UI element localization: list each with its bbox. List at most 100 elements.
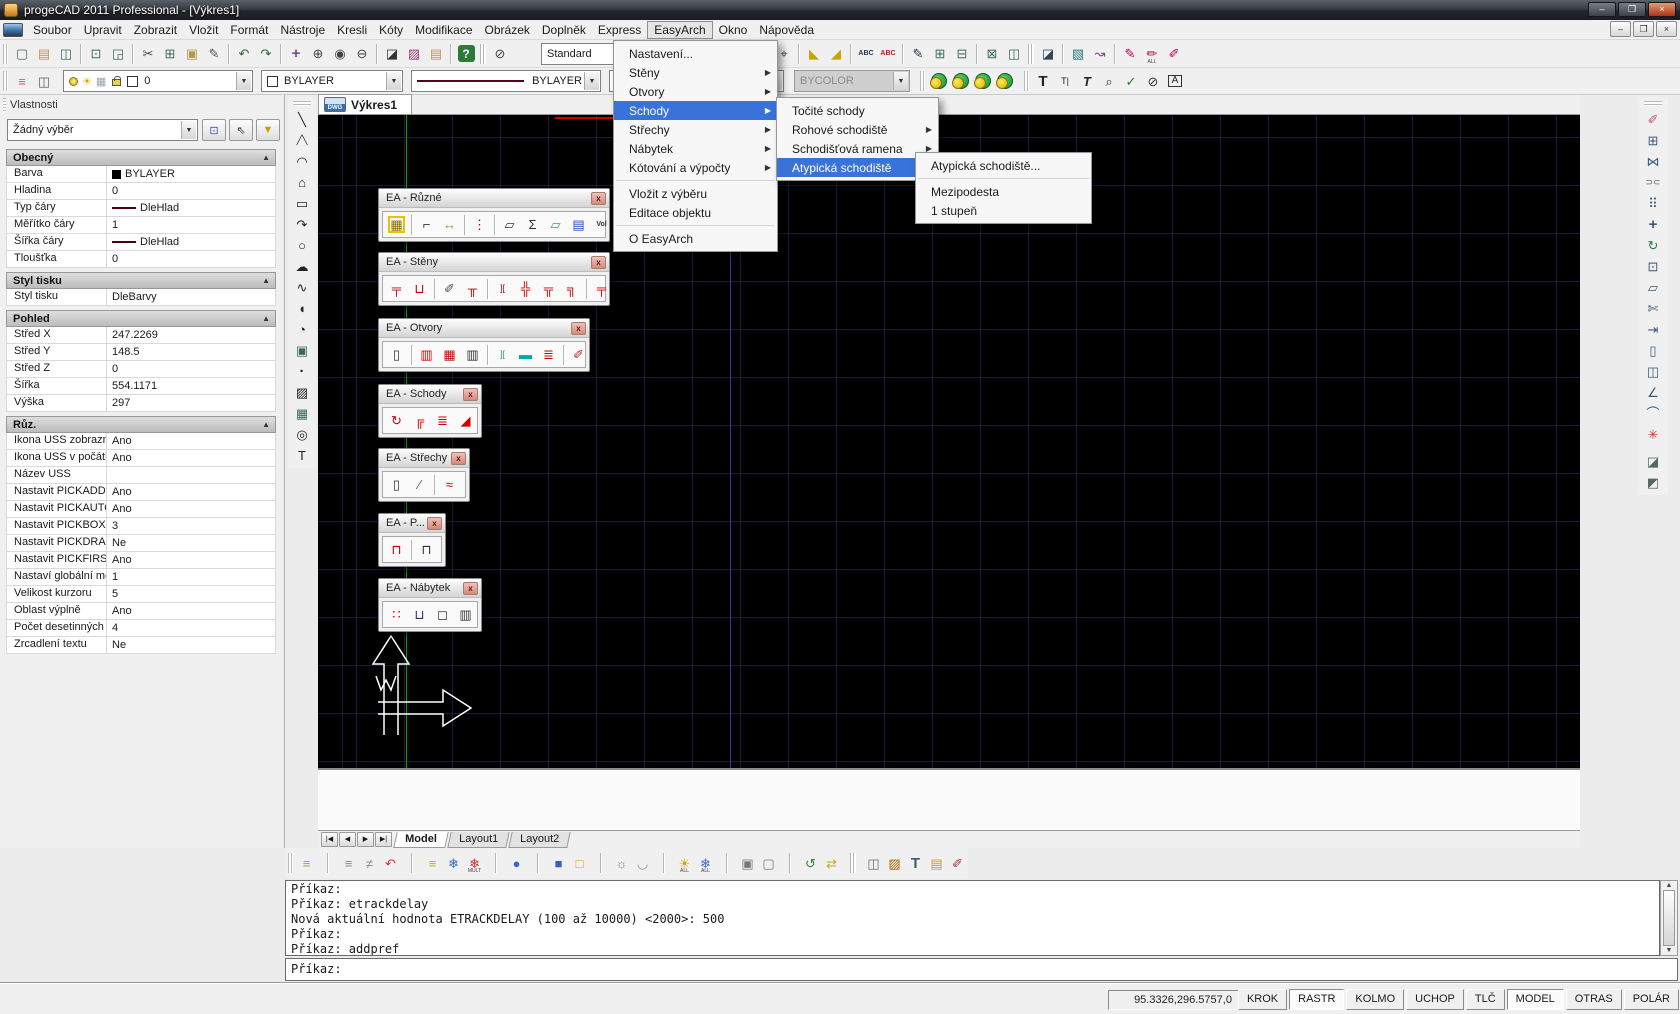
- explorer-text-styles-icon[interactable]: T: [905, 852, 926, 874]
- collapse-icon[interactable]: ▲: [262, 153, 270, 162]
- help-icon[interactable]: ?: [455, 43, 477, 65]
- mdi-minimize-button[interactable]: –: [1610, 21, 1631, 37]
- ea-table-sum-icon[interactable]: Σ: [521, 214, 544, 235]
- menu-kresli[interactable]: Kresli: [331, 21, 373, 39]
- toggle-krok[interactable]: KROK: [1238, 989, 1287, 1010]
- ea-l-stair-icon[interactable]: ╔: [408, 410, 431, 431]
- spline-icon[interactable]: ∿: [290, 277, 314, 298]
- ea-wall-tee-icon[interactable]: ╦: [537, 278, 560, 299]
- ea-straight-stair-icon[interactable]: ≣: [431, 410, 454, 431]
- menu-okno[interactable]: Okno: [713, 21, 754, 39]
- menu-nastroje[interactable]: Nástroje: [274, 21, 331, 39]
- toolbar-grip[interactable]: [3, 44, 8, 64]
- explode-icon[interactable]: ✳: [1641, 424, 1665, 445]
- all-layers-on-icon[interactable]: ☀: [674, 852, 695, 874]
- rectangle-icon[interactable]: ▭: [290, 193, 314, 214]
- ea-block-copy-icon[interactable]: ▱: [544, 214, 567, 235]
- tab-last-button[interactable]: ▶|: [375, 832, 392, 847]
- hatch-icon[interactable]: ▨: [290, 382, 314, 403]
- property-value[interactable]: 0: [107, 361, 275, 377]
- menu-item-atypicka-schodiste-dialog[interactable]: Atypická schodiště...: [916, 156, 1091, 175]
- ea-door-icon[interactable]: ▯: [385, 344, 408, 365]
- menu-upravit[interactable]: Upravit: [78, 21, 128, 39]
- scroll-up-icon[interactable]: ▲: [1666, 882, 1673, 889]
- arc-icon[interactable]: ◠: [290, 151, 314, 172]
- trim-icon[interactable]: ✄: [1641, 298, 1665, 319]
- property-value[interactable]: 148.5: [107, 344, 275, 360]
- section-header-plot[interactable]: Styl tisku ▲: [6, 272, 276, 289]
- layer-properties-icon[interactable]: ≡: [11, 70, 33, 92]
- edit-text-icon[interactable]: ✎: [1119, 43, 1141, 65]
- chevron-down-icon[interactable]: ▼: [181, 121, 196, 139]
- toolbar-grip[interactable]: [1644, 101, 1662, 106]
- ea-toolbar-title[interactable]: EA - Otvoryx: [379, 319, 589, 338]
- erase-icon[interactable]: ✐: [1641, 109, 1665, 130]
- menu-zobrazit[interactable]: Zobrazit: [128, 21, 183, 39]
- zoom-in-icon[interactable]: ⊕: [307, 43, 329, 65]
- move-icon[interactable]: +: [1641, 214, 1665, 235]
- ea-table-furniture-icon[interactable]: ∷: [385, 604, 408, 625]
- tab-layout2[interactable]: Layout2: [508, 832, 571, 848]
- ea-wc-icon[interactable]: ◻: [431, 604, 454, 625]
- chevron-down-icon[interactable]: ▼: [386, 72, 401, 90]
- property-value[interactable]: Ano: [107, 603, 275, 619]
- tab-model[interactable]: Model: [393, 832, 448, 848]
- attach-note-icon[interactable]: ✎: [907, 43, 929, 65]
- property-value[interactable]: 3: [107, 518, 275, 534]
- layer-set-current-icon[interactable]: ≡: [296, 852, 317, 874]
- menu-vlozit[interactable]: Vložit: [183, 21, 224, 39]
- menu-item-steny[interactable]: Stěny ▶: [614, 63, 777, 82]
- property-value[interactable]: 0: [107, 183, 275, 199]
- ea-section-mark-icon[interactable]: ⊓: [415, 539, 438, 560]
- ea-opening-join-icon[interactable]: ][: [491, 344, 514, 365]
- ea-opening-cyan-icon[interactable]: ▬: [514, 344, 537, 365]
- draworder-icon[interactable]: ◪: [381, 43, 403, 65]
- property-value[interactable]: DleHlad: [107, 200, 275, 216]
- layer-state-icon[interactable]: ↺: [800, 852, 821, 874]
- close-icon[interactable]: x: [463, 582, 478, 595]
- layer-restore-icon[interactable]: ↶: [380, 852, 401, 874]
- toggle-tlc[interactable]: TLČ: [1466, 989, 1505, 1010]
- layer-isolate-icon[interactable]: ≡: [422, 852, 443, 874]
- menu-express[interactable]: Express: [592, 21, 647, 39]
- tab-first-button[interactable]: |◀: [321, 832, 338, 847]
- save-icon[interactable]: ◫: [55, 43, 77, 65]
- offset-icon[interactable]: ⊃⊂: [1641, 172, 1665, 193]
- ea-wall-section-icon[interactable]: ╥: [461, 278, 484, 299]
- toggle-uchop[interactable]: UCHOP: [1406, 989, 1464, 1010]
- layer-lock-icon[interactable]: ■: [548, 852, 569, 874]
- selection-combo[interactable]: Žádný výběr ▼: [7, 119, 198, 141]
- collapse-icon[interactable]: ▲: [262, 276, 270, 285]
- circle-icon[interactable]: ○: [290, 235, 314, 256]
- chevron-down-icon[interactable]: ▼: [584, 72, 599, 90]
- ea-blue-table-icon[interactable]: ▤: [567, 214, 590, 235]
- close-icon[interactable]: x: [427, 517, 442, 530]
- menu-format[interactable]: Formát: [224, 21, 274, 39]
- ea-profile-icon[interactable]: ⌐: [415, 214, 438, 235]
- section-header-misc[interactable]: Růz. ▲: [6, 416, 276, 433]
- tab-layout1[interactable]: Layout1: [447, 832, 510, 848]
- layer-thaw-icon[interactable]: ◡: [632, 852, 653, 874]
- ea-wall-recess-icon[interactable]: ⊔: [408, 278, 431, 299]
- property-value[interactable]: Ne: [107, 637, 275, 653]
- zoom-previous-icon[interactable]: ⊖: [351, 43, 373, 65]
- layer-translate-icon[interactable]: ⇄: [821, 852, 842, 874]
- menu-item-tocite-schody[interactable]: Točité schody: [777, 101, 938, 120]
- layer-change-icon[interactable]: ≠: [359, 852, 380, 874]
- menu-item-o-easyarch[interactable]: O EasyArch: [614, 229, 777, 248]
- close-button[interactable]: ×: [1648, 2, 1676, 17]
- ea-window-icon[interactable]: ▥: [415, 344, 438, 365]
- all-layers-freeze-icon[interactable]: ❄: [695, 852, 716, 874]
- toolbar-grip[interactable]: [3, 71, 8, 91]
- property-value[interactable]: Ano: [107, 501, 275, 517]
- break-at-point-icon[interactable]: ◫: [1641, 361, 1665, 382]
- text-frame-icon[interactable]: A: [1164, 70, 1186, 92]
- property-value[interactable]: 1: [107, 569, 275, 585]
- ungroup-icon[interactable]: ◩: [1641, 472, 1665, 493]
- tab-prev-button[interactable]: ◀: [339, 832, 356, 847]
- zoom-window-icon[interactable]: ◉: [329, 43, 351, 65]
- explorer-views-icon[interactable]: ✐: [947, 852, 968, 874]
- rotate-icon[interactable]: ↻: [1641, 235, 1665, 256]
- ellipse-icon[interactable]: ◖: [290, 298, 314, 319]
- section-header-view[interactable]: Pohled ▲: [6, 310, 276, 327]
